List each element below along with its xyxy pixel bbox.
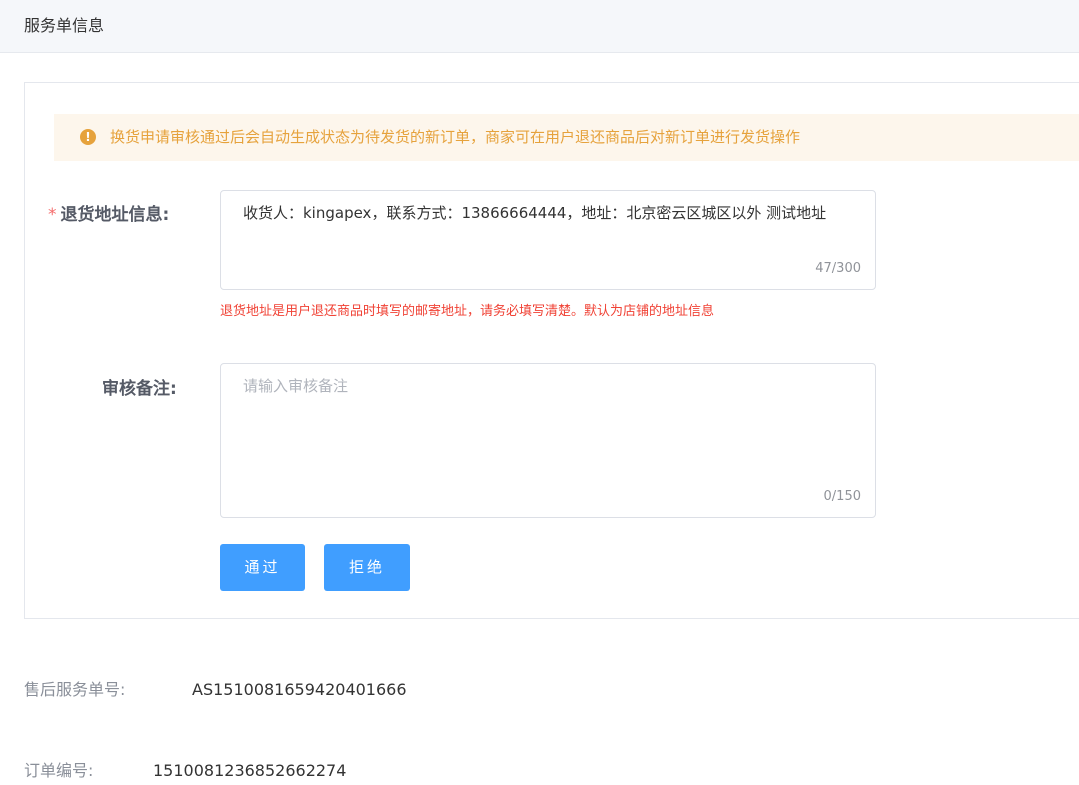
section-title: 服务单信息 bbox=[24, 16, 105, 35]
notice-bar: ! 换货申请审核通过后会自动生成状态为待发货的新订单，商家可在用户退还商品后对新… bbox=[54, 114, 1079, 161]
service-number-value: AS1510081659420401666 bbox=[192, 680, 407, 699]
service-number-label: 售后服务单号: bbox=[24, 680, 126, 699]
return-address-char-count: 47/300 bbox=[815, 261, 861, 276]
review-note-char-count: 0/150 bbox=[823, 489, 861, 504]
exclamation-circle-icon: ! bbox=[80, 129, 96, 145]
return-address-value: 收货人：kingapex，联系方式：13866664444，地址：北京密云区城区… bbox=[243, 204, 827, 222]
order-number-label: 订单编号: bbox=[24, 761, 94, 780]
review-note-label: 审核备注: bbox=[102, 379, 177, 399]
notice-text: 换货申请审核通过后会自动生成状态为待发货的新订单，商家可在用户退还商品后对新订单… bbox=[110, 128, 801, 146]
review-note-textarea[interactable]: 请输入审核备注 0/150 bbox=[220, 363, 876, 518]
return-address-label: * 退货地址信息: bbox=[48, 204, 169, 226]
approve-button[interactable]: 通过 bbox=[220, 544, 305, 591]
return-address-label-text: 退货地址信息: bbox=[60, 205, 170, 225]
review-note-placeholder: 请输入审核备注 bbox=[243, 377, 349, 395]
order-number-value: 1510081236852662274 bbox=[153, 761, 347, 780]
reject-button[interactable]: 拒绝 bbox=[324, 544, 410, 591]
return-address-hint: 退货地址是用户退还商品时填写的邮寄地址，请务必填写清楚。默认为店铺的地址信息 bbox=[220, 304, 715, 319]
section-header: 服务单信息 bbox=[0, 0, 1079, 53]
required-star: * bbox=[48, 205, 57, 225]
return-address-textarea[interactable]: 收货人：kingapex，联系方式：13866664444，地址：北京密云区城区… bbox=[220, 190, 876, 290]
review-panel bbox=[24, 82, 1079, 619]
